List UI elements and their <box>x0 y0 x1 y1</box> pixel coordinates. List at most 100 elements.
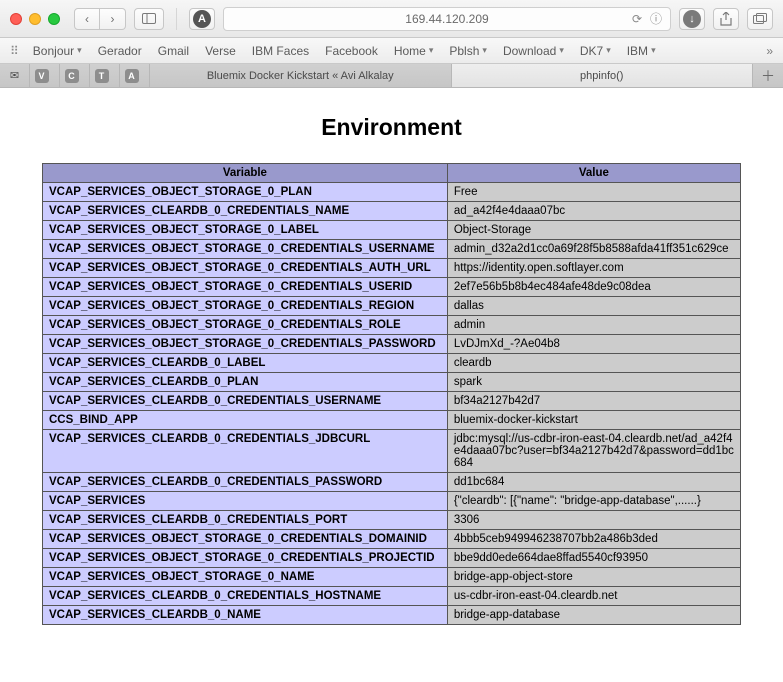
chevron-down-icon: ▾ <box>429 45 434 56</box>
env-variable-value: admin_d32a2d1cc0a69f28f5b8588afda41ff351… <box>447 240 740 259</box>
env-variable-name: VCAP_SERVICES_OBJECT_STORAGE_0_CREDENTIA… <box>43 316 448 335</box>
bookmark-item[interactable]: Home▾ <box>394 44 434 58</box>
pinned-tab[interactable]: T <box>90 64 120 87</box>
env-variable-name: VCAP_SERVICES_OBJECT_STORAGE_0_CREDENTIA… <box>43 259 448 278</box>
maximize-button[interactable] <box>48 13 60 25</box>
bookmark-item[interactable]: DK7▾ <box>580 44 611 58</box>
pinned-tab-icon: T <box>95 69 109 83</box>
env-variable-name: VCAP_SERVICES_CLEARDB_0_LABEL <box>43 354 448 373</box>
tab-phpinfo[interactable]: phpinfo() <box>452 64 754 87</box>
tab-label: Bluemix Docker Kickstart « Avi Alkalay <box>207 70 394 82</box>
chevron-down-icon: ▾ <box>651 45 656 56</box>
env-variable-value: bridge-app-object-store <box>447 568 740 587</box>
downloads-button[interactable]: ↓ <box>679 8 705 30</box>
pinned-tab-icon: V <box>35 69 49 83</box>
env-variable-value: LvDJmXd_-?Ae04b8 <box>447 335 740 354</box>
table-row: VCAP_SERVICES_CLEARDB_0_LABELcleardb <box>43 354 741 373</box>
nav-back-forward: ‹ › <box>74 8 126 30</box>
env-variable-value: ad_a42f4e4daaa07bc <box>447 202 740 221</box>
env-variable-value: bf34a2127b42d7 <box>447 392 740 411</box>
tab-label: phpinfo() <box>580 70 623 82</box>
new-tab-button[interactable]: ＋ <box>753 64 783 87</box>
env-variable-name: VCAP_SERVICES_CLEARDB_0_NAME <box>43 606 448 625</box>
env-variable-value: jdbc:mysql://us-cdbr-iron-east-04.cleard… <box>447 430 740 473</box>
env-variable-name: VCAP_SERVICES_OBJECT_STORAGE_0_CREDENTIA… <box>43 278 448 297</box>
bookmark-item[interactable]: Gmail <box>158 44 189 58</box>
bookmarks-bar: ⠿ Bonjour▾ Gerador Gmail Verse IBM Faces Face… <box>0 38 783 64</box>
forward-button[interactable]: › <box>100 8 126 30</box>
env-variable-name: VCAP_SERVICES_CLEARDB_0_PLAN <box>43 373 448 392</box>
env-variable-value: admin <box>447 316 740 335</box>
chevron-down-icon: ▾ <box>482 45 487 56</box>
bookmark-label: Download <box>503 44 556 58</box>
table-row: VCAP_SERVICES_OBJECT_STORAGE_0_NAMEbridg… <box>43 568 741 587</box>
tabs-button[interactable] <box>747 8 773 30</box>
env-variable-name: VCAP_SERVICES_OBJECT_STORAGE_0_CREDENTIA… <box>43 549 448 568</box>
bookmark-item[interactable]: Download▾ <box>503 44 564 58</box>
env-variable-value: 4bbb5ceb949946238707bb2a486b3ded <box>447 530 740 549</box>
bookmark-item[interactable]: Gerador <box>98 44 142 58</box>
env-variable-name: VCAP_SERVICES_CLEARDB_0_CREDENTIALS_HOST… <box>43 587 448 606</box>
tab-bar: ✉ VCT A Bluemix Docker Kickstart « Avi Al… <box>0 64 783 88</box>
page-content: Environment Variable Value VCAP_SERVICES… <box>0 88 783 655</box>
favorites-grid-icon[interactable]: ⠿ <box>10 44 17 58</box>
env-variable-name: VCAP_SERVICES_CLEARDB_0_CREDENTIALS_JDBC… <box>43 430 448 473</box>
bookmark-item[interactable]: IBM Faces <box>252 44 309 58</box>
bookmark-item[interactable]: IBM▾ <box>627 44 656 58</box>
table-row: VCAP_SERVICES_CLEARDB_0_NAMEbridge-app-d… <box>43 606 741 625</box>
sidebar-button[interactable] <box>134 8 164 30</box>
table-row: VCAP_SERVICES_CLEARDB_0_PLANspark <box>43 373 741 392</box>
bookmarks-overflow-icon[interactable]: » <box>766 44 773 58</box>
env-variable-name: VCAP_SERVICES_OBJECT_STORAGE_0_CREDENTIA… <box>43 297 448 316</box>
bookmark-item[interactable]: Verse <box>205 44 236 58</box>
bookmark-item[interactable]: Facebook <box>325 44 378 58</box>
env-variable-value: cleardb <box>447 354 740 373</box>
pinned-tab-icon: A <box>125 69 139 83</box>
close-button[interactable] <box>10 13 22 25</box>
tab-bluemix[interactable]: Bluemix Docker Kickstart « Avi Alkalay <box>150 64 452 87</box>
reload-icon[interactable]: ⟳ <box>632 12 642 26</box>
table-row: VCAP_SERVICES_CLEARDB_0_CREDENTIALS_PASS… <box>43 473 741 492</box>
environment-table: Variable Value VCAP_SERVICES_OBJECT_STOR… <box>42 163 741 625</box>
env-variable-value: https://identity.open.softlayer.com <box>447 259 740 278</box>
back-button[interactable]: ‹ <box>74 8 100 30</box>
bookmark-label: Verse <box>205 44 236 58</box>
bookmark-item[interactable]: Bonjour▾ <box>33 44 82 58</box>
share-button[interactable] <box>713 8 739 30</box>
table-row: VCAP_SERVICES_OBJECT_STORAGE_0_CREDENTIA… <box>43 259 741 278</box>
address-text: 169.44.120.209 <box>405 12 488 26</box>
table-row: VCAP_SERVICES_CLEARDB_0_CREDENTIALS_USER… <box>43 392 741 411</box>
table-row: VCAP_SERVICES_OBJECT_STORAGE_0_CREDENTIA… <box>43 530 741 549</box>
bookmark-item[interactable]: Pblsh▾ <box>449 44 487 58</box>
env-variable-name: VCAP_SERVICES_CLEARDB_0_CREDENTIALS_PORT <box>43 511 448 530</box>
env-variable-name: VCAP_SERVICES_CLEARDB_0_CREDENTIALS_PASS… <box>43 473 448 492</box>
tabs-icon <box>753 13 767 24</box>
traffic-lights <box>10 13 60 25</box>
reader-icon[interactable]: ⓘ <box>650 10 662 27</box>
env-variable-value: spark <box>447 373 740 392</box>
env-variable-value: 3306 <box>447 511 740 530</box>
env-variable-value: Object-Storage <box>447 221 740 240</box>
table-row: VCAP_SERVICES_OBJECT_STORAGE_0_LABELObje… <box>43 221 741 240</box>
table-row: VCAP_SERVICES_CLEARDB_0_CREDENTIALS_PORT… <box>43 511 741 530</box>
env-variable-name: VCAP_SERVICES_OBJECT_STORAGE_0_CREDENTIA… <box>43 335 448 354</box>
bookmark-label: DK7 <box>580 44 603 58</box>
mail-icon: ✉ <box>10 69 19 82</box>
table-row: VCAP_SERVICES_CLEARDB_0_CREDENTIALS_HOST… <box>43 587 741 606</box>
env-variable-name: VCAP_SERVICES_CLEARDB_0_CREDENTIALS_NAME <box>43 202 448 221</box>
table-row: VCAP_SERVICES_OBJECT_STORAGE_0_CREDENTIA… <box>43 335 741 354</box>
tab-mail[interactable]: ✉ <box>0 64 30 87</box>
pinned-tab[interactable]: A <box>120 64 150 87</box>
address-bar[interactable]: 169.44.120.209 ⟳ ⓘ <box>223 7 671 31</box>
env-variable-value: dd1bc684 <box>447 473 740 492</box>
env-variable-name: VCAP_SERVICES_OBJECT_STORAGE_0_LABEL <box>43 221 448 240</box>
chevron-down-icon: ▾ <box>559 45 564 56</box>
adblock-button[interactable]: A <box>189 8 215 30</box>
bookmark-label: IBM <box>627 44 648 58</box>
chevron-down-icon: ▾ <box>77 45 82 56</box>
pinned-tab[interactable]: C <box>60 64 90 87</box>
minimize-button[interactable] <box>29 13 41 25</box>
bookmark-label: Gmail <box>158 44 189 58</box>
pinned-tab[interactable]: V <box>30 64 60 87</box>
table-row: VCAP_SERVICES_OBJECT_STORAGE_0_CREDENTIA… <box>43 549 741 568</box>
